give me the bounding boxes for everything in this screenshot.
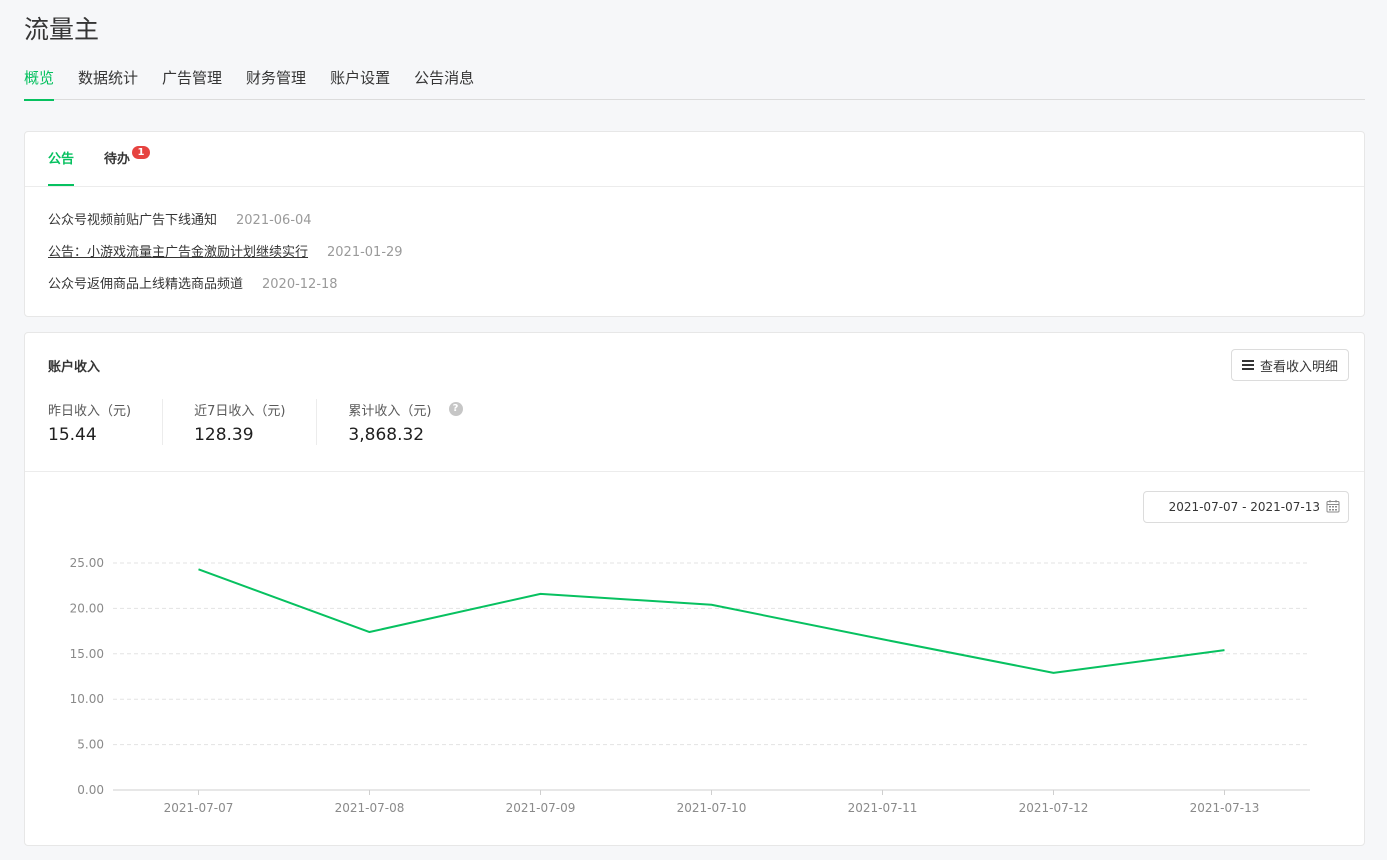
y-tick-label: 10.00	[70, 692, 104, 706]
data-point[interactable]	[1051, 670, 1057, 676]
income-stats: 昨日收入（元) 15.44 近7日收入（元) 128.39 累计收入（元) ? …	[48, 399, 494, 445]
data-point[interactable]	[367, 629, 373, 635]
date-range-picker[interactable]: 2021-07-07 - 2021-07-13	[1143, 491, 1349, 523]
y-tick-label: 0.00	[77, 783, 104, 797]
main-nav: 概览 数据统计 广告管理 财务管理 账户设置 公告消息	[24, 66, 1365, 101]
page-title: 流量主	[24, 15, 100, 44]
notice-card: 公告 待办 1 公众号视频前贴广告下线通知 2021-06-04 公告：小游戏流…	[24, 131, 1365, 317]
stat-total: 累计收入（元) ? 3,868.32	[316, 399, 493, 445]
list-item: 公告：小游戏流量主广告金激励计划继续实行 2021-01-29	[48, 241, 1364, 273]
y-tick-label: 15.00	[70, 647, 104, 661]
stat-label: 昨日收入（元)	[48, 403, 132, 419]
tab-announcement[interactable]: 公告	[48, 132, 75, 186]
x-tick-label: 2021-07-07	[164, 801, 234, 815]
list-item: 公众号返佣商品上线精选商品频道 2020-12-18	[48, 273, 1364, 305]
stat-last-7-days: 近7日收入（元) 128.39	[162, 399, 316, 445]
notice-link[interactable]: 公众号视频前贴广告下线通知	[48, 209, 217, 228]
notice-date: 2020-12-18	[262, 277, 338, 292]
list-icon	[1241, 360, 1254, 370]
y-tick-label: 25.00	[70, 556, 104, 570]
income-summary: 账户收入 查看收入明细 昨日收入（元) 15.44 近7日收入（元) 128.3…	[25, 333, 1364, 472]
nav-tab-overview[interactable]: 概览	[24, 66, 55, 101]
view-income-detail-label: 查看收入明细	[1259, 359, 1338, 375]
income-line-chart: 0.00 5.00 10.00 15.00 20.00 25.00 2021-07-07 20…	[70, 556, 1310, 815]
notice-link[interactable]: 公告：小游戏流量主广告金激励计划继续实行	[48, 241, 308, 260]
stat-label-row: 累计收入（元) ?	[348, 399, 463, 419]
stat-label: 累计收入（元)	[348, 403, 432, 419]
notice-tabs: 公告 待办 1	[25, 132, 1364, 187]
tab-todo[interactable]: 待办 1	[104, 132, 151, 186]
tab-announcement-label: 公告	[48, 152, 75, 167]
data-point[interactable]	[196, 566, 202, 572]
x-tick-label: 2021-07-09	[506, 801, 576, 815]
income-title: 账户收入	[48, 360, 101, 375]
stat-value: 128.39	[194, 425, 254, 445]
help-icon[interactable]: ?	[448, 402, 463, 416]
notice-link[interactable]: 公众号返佣商品上线精选商品频道	[48, 273, 243, 292]
nav-tab-account-settings[interactable]: 账户设置	[330, 66, 390, 100]
stat-value: 3,868.32	[348, 425, 425, 445]
notice-date: 2021-01-29	[327, 245, 403, 260]
data-point[interactable]	[1222, 647, 1228, 653]
data-point[interactable]	[538, 591, 544, 597]
series-line	[198, 568, 1225, 674]
nav-tab-ad-management[interactable]: 广告管理	[162, 66, 222, 100]
income-card: 账户收入 查看收入明细 昨日收入（元) 15.44 近7日收入（元) 128.3…	[24, 332, 1365, 846]
y-tick-label: 20.00	[70, 601, 104, 615]
x-tick-label: 2021-07-08	[335, 801, 405, 815]
y-tick-label: 5.00	[77, 738, 104, 752]
calendar-icon	[1326, 499, 1340, 516]
tab-todo-label: 待办	[104, 152, 131, 167]
list-item: 公众号视频前贴广告下线通知 2021-06-04	[48, 209, 1364, 241]
x-tick-label: 2021-07-12	[1019, 801, 1089, 815]
todo-count-badge: 1	[132, 146, 151, 159]
x-tick-label: 2021-07-10	[677, 801, 747, 815]
date-range-value: 2021-07-07 - 2021-07-13	[1168, 500, 1320, 514]
stat-value: 15.44	[48, 425, 97, 445]
nav-tab-finance[interactable]: 财务管理	[246, 66, 306, 100]
x-tick-label: 2021-07-11	[848, 801, 918, 815]
notice-date: 2021-06-04	[236, 213, 312, 228]
x-tick-label: 2021-07-13	[1190, 801, 1260, 815]
stat-label: 近7日收入（元)	[194, 403, 286, 419]
notice-list: 公众号视频前贴广告下线通知 2021-06-04 公告：小游戏流量主广告金激励计…	[25, 187, 1364, 305]
data-point[interactable]	[880, 636, 886, 642]
data-point[interactable]	[709, 602, 715, 608]
nav-tab-data-stats[interactable]: 数据统计	[78, 66, 138, 100]
view-income-detail-button[interactable]: 查看收入明细	[1231, 349, 1349, 381]
stat-yesterday: 昨日收入（元) 15.44	[48, 399, 162, 446]
nav-tab-announcements[interactable]: 公告消息	[414, 66, 474, 100]
